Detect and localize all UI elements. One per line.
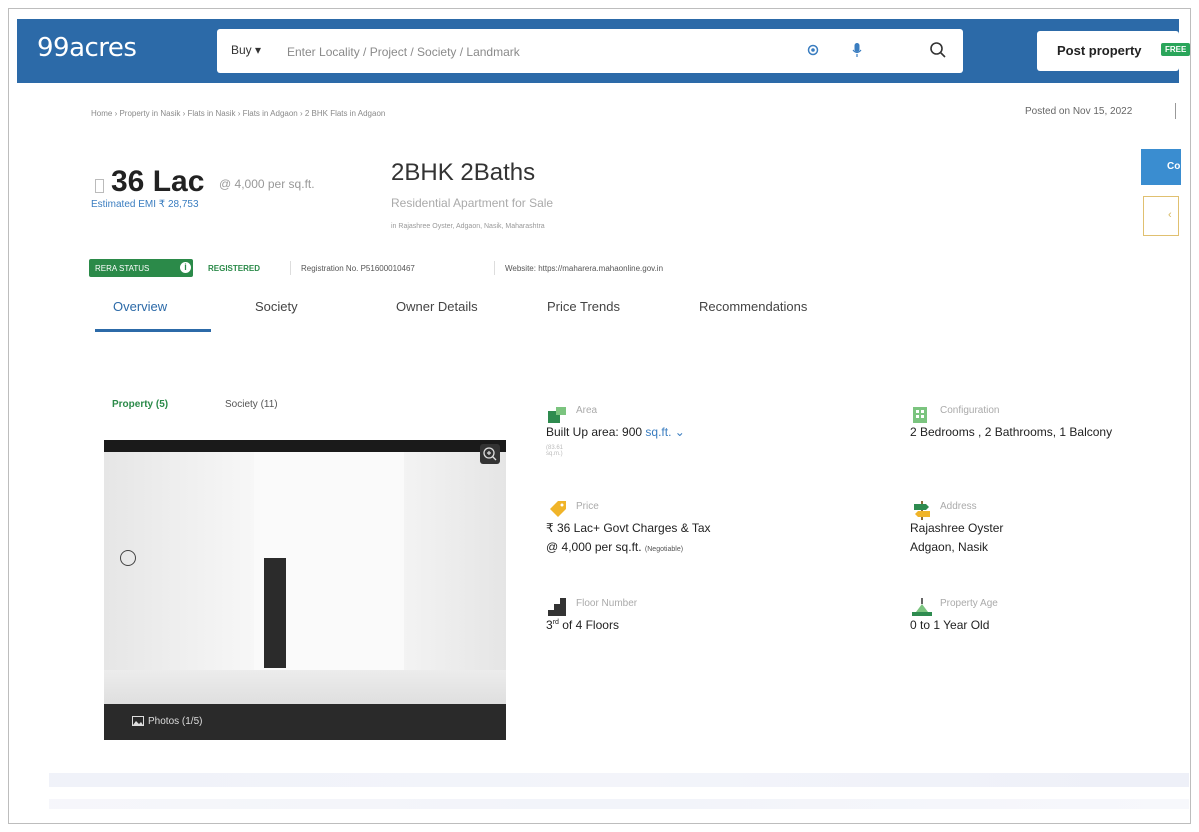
stairs-icon (548, 598, 566, 616)
floor-total: of 4 Floors (558, 618, 619, 632)
logo[interactable]: 99acres (37, 33, 137, 63)
spec-value: 3rd of 4 Floors (546, 618, 619, 632)
photo-caption-bar: Photos (1/5) (104, 704, 506, 740)
building-icon (913, 407, 927, 423)
search-icon[interactable] (929, 41, 947, 59)
tab-price-trends[interactable]: Price Trends (547, 299, 620, 314)
free-badge: FREE (1161, 43, 1190, 56)
property-photo[interactable]: Photos (1/5) (104, 440, 506, 740)
rera-website[interactable]: Website: https://maharera.mahaonline.gov… (505, 264, 663, 273)
spec-label: Area (576, 405, 598, 416)
area-sqm: (83.61 sq.m.) (546, 445, 564, 457)
spec-label: Configuration (940, 405, 1000, 416)
price-per-sqft-value: @ 4,000 per sq.ft. (546, 540, 642, 554)
image-icon (132, 716, 144, 726)
spec-value: ₹ 36 Lac+ Govt Charges & Tax (546, 521, 711, 535)
breadcrumb[interactable]: Home › Property in Nasik › Flats in Nasi… (91, 109, 385, 118)
divider (494, 261, 495, 275)
contact-button[interactable]: Co (1141, 149, 1181, 185)
floor-number: 3 (546, 618, 553, 632)
buy-label: Buy (231, 43, 252, 57)
chevron-down-icon: ⌄ (674, 425, 685, 439)
photos-count[interactable]: Photos (1/5) (148, 716, 202, 727)
faded-content (49, 799, 1189, 809)
tab-overview[interactable]: Overview (113, 299, 167, 314)
spec-label: Property Age (940, 598, 998, 609)
post-property-label: Post property (1057, 43, 1142, 58)
page-frame: 99acres Buy ▾ Post property FREE Home › … (8, 8, 1191, 824)
divider (290, 261, 291, 275)
share-icon: ‹ (1168, 209, 1172, 221)
search-bar: Buy ▾ (217, 29, 963, 73)
room-door (264, 558, 286, 668)
negotiable-note: (Negotiable) (644, 546, 684, 553)
tab-owner-details[interactable]: Owner Details (396, 299, 478, 314)
listing-subtitle: Residential Apartment for Sale (391, 196, 554, 210)
spec-label: Floor Number (576, 598, 638, 609)
rera-label: RERA STATUS (95, 264, 150, 273)
signpost-icon (914, 501, 930, 520)
unit-label: sq.ft. (645, 425, 672, 439)
rupee-icon (95, 179, 104, 193)
buy-dropdown[interactable]: Buy ▾ (231, 43, 261, 57)
spec-value-line2: @ 4,000 per sq.ft. (Negotiable) (546, 540, 683, 554)
listing-locality: in Rajashree Oyster, Adgaon, Nasik, Maha… (391, 223, 545, 230)
price-per-sqft: @ 4,000 per sq.ft. (219, 177, 315, 191)
chevron-down-icon: ▾ (255, 43, 262, 57)
post-property-button[interactable]: Post property FREE (1037, 31, 1190, 71)
rera-registered: REGISTERED (208, 264, 261, 273)
section-tabs: Overview Society Owner Details Price Tre… (9, 295, 1190, 335)
emi-link[interactable]: Estimated EMI ₹ 28,753 (91, 199, 199, 210)
built-up-area: Built Up area: 900 (546, 425, 643, 439)
posted-date: Posted on Nov 15, 2022 (1025, 106, 1133, 117)
zoom-icon[interactable] (480, 444, 500, 464)
area-icon (548, 407, 566, 423)
spec-value: 0 to 1 Year Old (910, 618, 990, 632)
tab-recommendations[interactable]: Recommendations (699, 299, 807, 314)
house-age-icon (912, 598, 932, 616)
shortlist-button[interactable]: ‹ (1143, 196, 1179, 236)
registration-number: Registration No. P51600010467 (301, 264, 415, 273)
media-tab-property[interactable]: Property (5) (112, 399, 168, 410)
top-header: 99acres Buy ▾ Post property FREE (17, 19, 1190, 83)
mic-icon[interactable] (851, 42, 863, 58)
rera-status-badge: RERA STATUS i (89, 259, 193, 277)
spec-label: Price (576, 501, 599, 512)
listing-price: 36 Lac (111, 165, 205, 198)
listing-title: 2BHK 2Baths (391, 159, 536, 186)
price-tag-icon (550, 501, 566, 517)
tab-society[interactable]: Society (255, 299, 298, 314)
active-tab-indicator (95, 329, 211, 332)
spec-value-line2: Adgaon, Nasik (910, 540, 989, 554)
media-tab-society[interactable]: Society (11) (225, 399, 278, 410)
faded-content (49, 773, 1189, 787)
unit-dropdown[interactable]: sq.ft. ⌄ (645, 425, 684, 439)
location-icon[interactable] (807, 44, 819, 56)
switch-circle (120, 550, 136, 566)
search-input[interactable] (285, 40, 789, 64)
spec-value: Built Up area: 900 sq.ft. ⌄ (546, 425, 685, 439)
info-icon[interactable]: i (180, 262, 191, 273)
divider (1175, 103, 1176, 119)
spec-label: Address (940, 501, 977, 512)
contact-label: Co (1167, 161, 1181, 172)
spec-value: Rajashree Oyster (910, 521, 1004, 535)
spec-value: 2 Bedrooms , 2 Bathrooms, 1 Balcony (910, 425, 1113, 439)
